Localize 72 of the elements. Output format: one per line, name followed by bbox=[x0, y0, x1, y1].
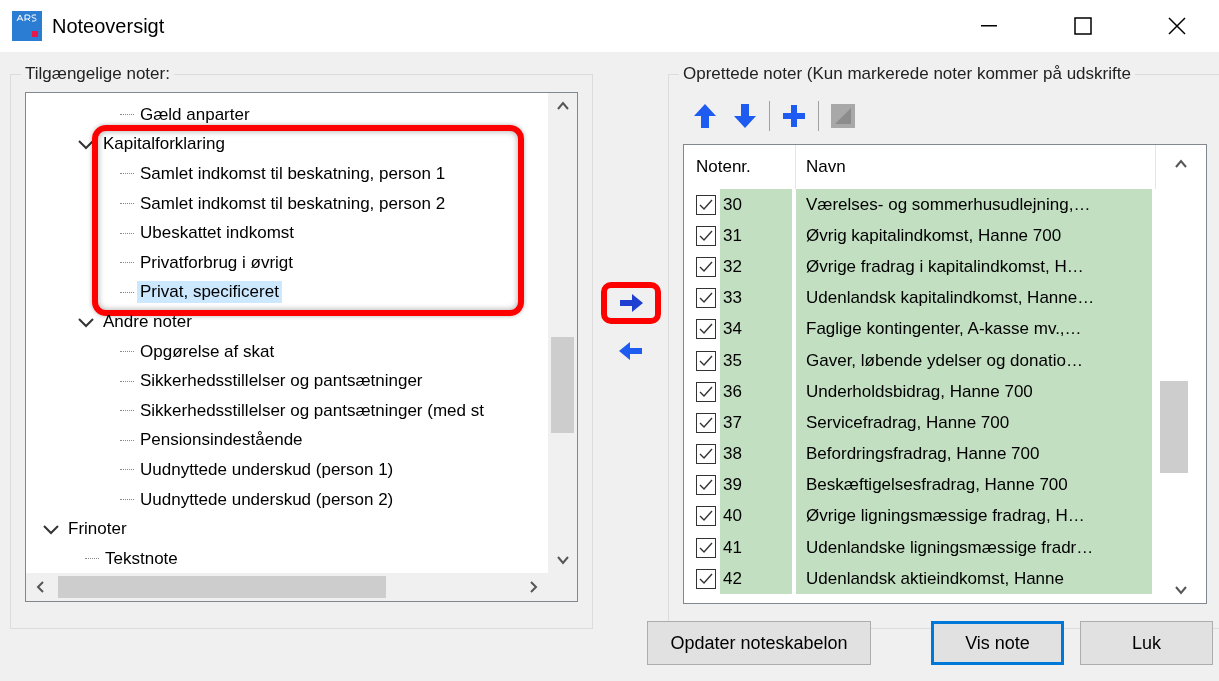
table-cell: 40 bbox=[720, 500, 792, 533]
group-title: Tilgængelige noter: bbox=[24, 64, 171, 84]
tree-item[interactable]: Ubeskattet indkomst bbox=[137, 222, 297, 245]
checkbox[interactable] bbox=[696, 537, 716, 558]
tree-item[interactable]: Opgørelse af skat bbox=[137, 340, 278, 363]
tree-item[interactable]: Frinoter bbox=[65, 518, 130, 541]
table-cell: 31 bbox=[720, 220, 792, 252]
tree-item[interactable]: Uudnyttede underskud (person 2) bbox=[137, 488, 397, 511]
table-cell: Værelses- og sommerhusudlejning,… bbox=[796, 189, 1152, 221]
table-cell: 35 bbox=[720, 344, 792, 377]
table-cell: 32 bbox=[720, 251, 792, 283]
checkbox[interactable] bbox=[696, 412, 716, 433]
checkbox[interactable] bbox=[696, 288, 716, 309]
tree-item[interactable]: Andre noter bbox=[100, 310, 195, 333]
table-cell: Øvrig kapitalindkomst, Hanne 700 bbox=[796, 220, 1152, 252]
tree-item[interactable]: Sikkerhedsstillelser og pantsætninger bbox=[137, 370, 426, 393]
table-cell: Servicefradrag, Hanne 700 bbox=[796, 407, 1152, 439]
checkbox[interactable] bbox=[696, 225, 716, 246]
table-cell: 38 bbox=[720, 438, 792, 470]
tree-item[interactable]: Sikkerhedsstillelser og pantsætninger (med st bbox=[137, 399, 487, 422]
checkbox[interactable] bbox=[696, 194, 716, 215]
tree-item[interactable]: Privatforbrug i øvrigt bbox=[137, 251, 297, 274]
checkbox[interactable] bbox=[696, 381, 716, 402]
table-cell: Gaver, løbende ydelser og donatio… bbox=[796, 344, 1152, 377]
table-cell: Udenlandsk kapitalindkomst, Hanne… bbox=[796, 282, 1152, 314]
table-cell: 42 bbox=[720, 563, 792, 595]
table-cell: Øvrige ligningsmæssige fradrag, H… bbox=[796, 500, 1152, 533]
table-cell: 30 bbox=[720, 189, 792, 221]
scrollbar-thumb[interactable] bbox=[1160, 381, 1188, 473]
group-title: Oprettede noter (Kun markerede noter kommer på udskrifte bbox=[682, 64, 1132, 84]
scrollbar-thumb[interactable] bbox=[58, 576, 386, 598]
scrollbar-thumb[interactable] bbox=[551, 337, 574, 433]
table-cell: 36 bbox=[720, 376, 792, 408]
chevron-icon[interactable] bbox=[77, 137, 95, 152]
table-cell: Beskæftigelsesfradrag, Hanne 700 bbox=[796, 469, 1152, 501]
table-cell: 37 bbox=[720, 407, 792, 439]
table-cell: Udenlandske ligningsmæssige fradr… bbox=[796, 532, 1152, 564]
table-cell: Underholdsbidrag, Hanne 700 bbox=[796, 376, 1152, 408]
table-cell: Udenlandsk aktieindkomst, Hanne bbox=[796, 563, 1152, 595]
close-icon[interactable] bbox=[1168, 17, 1186, 35]
tree-item[interactable]: Gæld anparter bbox=[137, 103, 253, 126]
checkbox[interactable] bbox=[696, 444, 716, 465]
checkbox[interactable] bbox=[696, 506, 716, 527]
tree-item[interactable]: Kapitalforklaring bbox=[100, 133, 228, 156]
checkbox[interactable] bbox=[696, 475, 716, 496]
vertical-scrollbar[interactable] bbox=[548, 93, 577, 573]
tree-item[interactable]: Samlet indkomst til beskatning, person 1 bbox=[137, 163, 449, 185]
table-cell: 34 bbox=[720, 313, 792, 345]
app-logo-icon bbox=[12, 11, 42, 41]
tree-item[interactable]: Tekstnote bbox=[102, 547, 181, 570]
minimize-icon[interactable] bbox=[981, 25, 997, 27]
table-cell: 33 bbox=[720, 282, 792, 314]
tree-item[interactable]: Pensionsindestående bbox=[137, 429, 306, 452]
horizontal-scrollbar[interactable] bbox=[26, 573, 548, 601]
table-cell: Befordringsfradrag, Hanne 700 bbox=[796, 438, 1152, 470]
table-cell: Øvrige fradrag i kapitalindkomst, H… bbox=[796, 251, 1152, 283]
dialog-button[interactable]: Opdater noteskabelon bbox=[647, 621, 871, 665]
chevron-icon[interactable] bbox=[42, 522, 60, 537]
checkbox[interactable] bbox=[696, 319, 716, 340]
maximize-icon[interactable] bbox=[1074, 17, 1092, 35]
dialog-button[interactable]: Luk bbox=[1080, 621, 1213, 665]
window-title: Noteoversigt bbox=[52, 14, 166, 38]
table-cell: 39 bbox=[720, 469, 792, 501]
dialog-button[interactable]: Vis note bbox=[931, 621, 1064, 665]
table-cell: Faglige kontingenter, A-kasse mv.,… bbox=[796, 313, 1152, 345]
checkbox[interactable] bbox=[696, 568, 716, 589]
table-cell: 41 bbox=[720, 532, 792, 564]
checkbox[interactable] bbox=[696, 256, 716, 277]
checkbox[interactable] bbox=[696, 350, 716, 371]
tree-item[interactable]: Uudnyttede underskud (person 1) bbox=[137, 458, 397, 481]
tree-item[interactable]: Privat, specificeret bbox=[137, 281, 282, 304]
tree-item[interactable]: Samlet indkomst til beskatning, person 2 bbox=[137, 192, 449, 215]
